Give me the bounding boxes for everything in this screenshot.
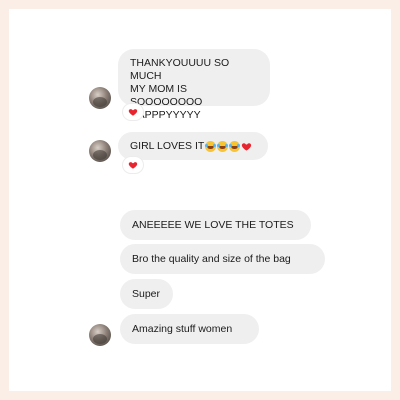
avatar[interactable] <box>89 324 111 346</box>
message-text: Amazing stuff women <box>132 322 233 335</box>
chat-screenshot-card: THANKYOUUUU SO MUCH MY MOM IS SOOOOOOOO … <box>9 9 391 391</box>
laughing-crying-icon <box>205 140 217 152</box>
heart-icon <box>242 142 252 151</box>
message-bubble: GIRL LOVES IT <box>118 132 268 160</box>
message-bubble: Super <box>120 279 173 309</box>
avatar[interactable] <box>89 87 111 109</box>
message-bubble: Bro the quality and size of the bag <box>120 244 325 274</box>
laughing-crying-icon <box>217 140 229 152</box>
message-text: Bro the quality and size of the bag <box>132 252 291 265</box>
emoji-group <box>205 140 252 152</box>
message-bubble: THANKYOUUUU SO MUCH MY MOM IS SOOOOOOOO … <box>118 49 270 121</box>
message-bubble: ANEEEEE WE LOVE THE TOTES <box>120 210 311 240</box>
message-text: THANKYOUUUU SO MUCH MY MOM IS SOOOOOOOO … <box>130 57 230 121</box>
message-text: ANEEEEE WE LOVE THE TOTES <box>132 218 294 231</box>
heart-icon <box>128 162 138 169</box>
laughing-crying-icon <box>229 140 241 152</box>
reaction-badge[interactable] <box>123 157 143 173</box>
message-text: GIRL LOVES IT <box>130 139 205 152</box>
message-text: Super <box>132 287 161 300</box>
message-bubble: Amazing stuff women <box>120 314 259 344</box>
reaction-badge[interactable] <box>123 104 143 120</box>
avatar[interactable] <box>89 140 111 162</box>
heart-icon <box>128 109 138 116</box>
